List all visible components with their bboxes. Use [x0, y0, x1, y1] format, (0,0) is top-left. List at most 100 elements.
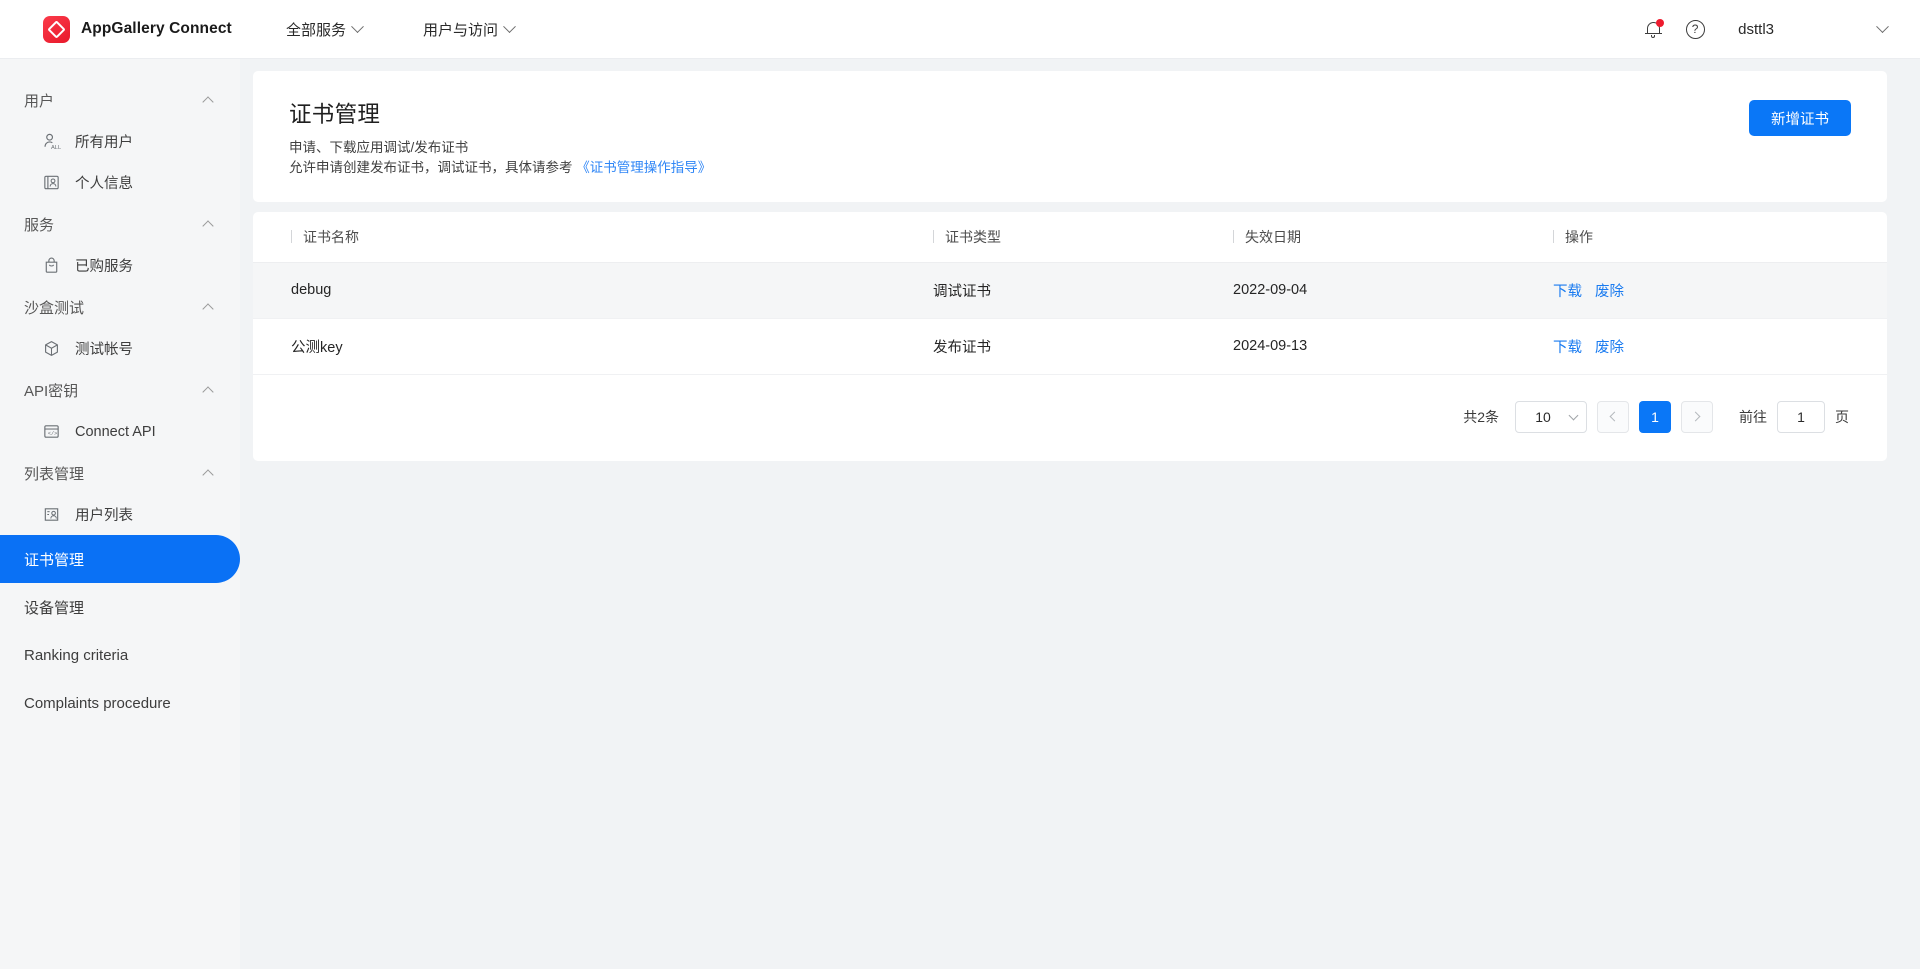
sidebar-group-title: 列表管理 — [24, 465, 85, 483]
table-header-row: 证书名称 证书类型 失效日期 操作 — [253, 212, 1887, 263]
main-content: 证书管理 申请、下载应用调试/发布证书 允许申请创建发布证书，调试证书，具体请参… — [240, 59, 1920, 969]
id-card-person-icon — [44, 175, 59, 190]
sidebar-item-user-list[interactable]: 用户列表 — [0, 494, 240, 535]
sidebar-group-title: 沙盒测试 — [24, 299, 85, 317]
nav-label: 用户与访问 — [423, 21, 499, 39]
sidebar-group-users[interactable]: 用户 — [0, 79, 240, 121]
certificate-guide-link[interactable]: 《证书管理操作指导》 — [576, 160, 711, 175]
goto-page-input[interactable] — [1777, 400, 1825, 433]
cell-certificate-type: 调试证书 — [933, 262, 1233, 319]
prev-page-button[interactable] — [1597, 400, 1629, 433]
cube-icon — [45, 341, 58, 356]
chevron-right-icon — [1690, 411, 1701, 422]
sidebar-item-test-account[interactable]: 测试帐号 — [0, 328, 240, 369]
sidebar-group-list-management[interactable]: 列表管理 — [0, 452, 240, 494]
page-description-line-1: 申请、下载应用调试/发布证书 — [289, 140, 469, 155]
nav-label: 全部服务 — [286, 21, 347, 39]
cell-actions: 下载 废除 — [1553, 318, 1887, 375]
table-row[interactable]: debug 调试证书 2022-09-04 下载 废除 — [253, 262, 1887, 319]
cell-expiry-date: 2022-09-04 — [1233, 262, 1553, 319]
add-certificate-button[interactable]: 新增证书 — [1749, 100, 1851, 136]
sidebar-item-ranking-criteria[interactable]: Ranking criteria — [0, 631, 240, 679]
nav-item-all-services[interactable]: 全部服务 — [286, 19, 364, 40]
sidebar-item-profile[interactable]: 个人信息 — [0, 162, 240, 203]
sidebar-item-certificate-management[interactable]: 证书管理 — [0, 535, 240, 583]
page-size-select[interactable]: 10 — [1515, 400, 1587, 433]
page-description-line-2: 允许申请创建发布证书，调试证书，具体请参考 《证书管理操作指导》 — [289, 158, 1749, 178]
column-header-label: 证书类型 — [945, 228, 1001, 245]
notifications-button[interactable] — [1632, 8, 1674, 50]
chevron-up-icon — [202, 219, 214, 232]
browser-code-icon: </> — [44, 425, 59, 438]
cell-expiry-date: 2024-09-13 — [1233, 318, 1553, 375]
user-menu[interactable]: dsttl3 — [1738, 19, 1889, 38]
sidebar-item-label: 测试帐号 — [75, 342, 133, 358]
column-header-name: 证书名称 — [253, 212, 933, 263]
cell-certificate-name: debug — [253, 262, 933, 319]
sidebar-group-title: API密钥 — [24, 382, 79, 400]
sidebar-item-label: 设备管理 — [24, 599, 85, 617]
chevron-left-icon — [1609, 411, 1620, 422]
sidebar-item-label: Ranking criteria — [24, 646, 129, 664]
chevron-down-icon — [1568, 410, 1579, 420]
cell-certificate-name: 公测key — [253, 318, 933, 375]
user-name: dsttl3 — [1738, 20, 1774, 38]
help-button[interactable]: ? — [1674, 8, 1716, 50]
sidebar-group-sandbox[interactable]: 沙盒测试 — [0, 286, 240, 328]
nav-item-users-and-access[interactable]: 用户与访问 — [423, 19, 516, 40]
brand-name: AppGallery Connect — [81, 20, 232, 37]
column-header-actions: 操作 — [1553, 212, 1887, 263]
column-header-expiry: 失效日期 — [1233, 212, 1553, 263]
sidebar-group-services[interactable]: 服务 — [0, 203, 240, 245]
notification-dot — [1655, 19, 1664, 27]
sidebar-group-title: 服务 — [24, 216, 55, 234]
sidebar-item-connect-api[interactable]: </> Connect API — [0, 411, 240, 452]
table-row[interactable]: 公测key 发布证书 2024-09-13 下载 废除 — [253, 318, 1887, 375]
goto-unit-label: 页 — [1835, 408, 1849, 425]
sidebar: 用户 ALL 所有用户 个人信息 服务 已购服务 沙盒测试 测试帐号 API密钥… — [0, 59, 240, 969]
chevron-down-icon — [1876, 19, 1889, 33]
sidebar-item-label: 所有用户 — [75, 135, 133, 151]
chevron-up-icon — [202, 385, 214, 398]
sidebar-item-all-users[interactable]: ALL 所有用户 — [0, 121, 240, 162]
help-circle-icon: ? — [1685, 19, 1705, 39]
column-header-label: 失效日期 — [1245, 228, 1301, 245]
table-body: debug 调试证书 2022-09-04 下载 废除 公测key 发布证书 20… — [253, 262, 1887, 375]
sidebar-item-device-management[interactable]: 设备管理 — [0, 583, 240, 631]
column-header-label: 操作 — [1565, 228, 1593, 245]
chevron-down-icon — [351, 19, 364, 33]
header-actions: ? dsttl3 — [1632, 8, 1920, 50]
appgallery-diamond-logo — [43, 15, 70, 43]
total-count-label: 共2条 — [1463, 408, 1499, 425]
table-head: 证书名称 证书类型 失效日期 操作 — [253, 212, 1887, 263]
column-header-type: 证书类型 — [933, 212, 1233, 263]
pagination: 共2条 10 1 前往 页 — [253, 375, 1887, 433]
shopping-bag-icon — [45, 257, 58, 273]
page-shell: 用户 ALL 所有用户 个人信息 服务 已购服务 沙盒测试 测试帐号 API密钥… — [0, 59, 1920, 969]
download-link[interactable]: 下载 — [1553, 284, 1582, 300]
sidebar-item-label: 个人信息 — [75, 176, 133, 192]
main-nav: 全部服务 用户与访问 — [286, 19, 516, 40]
sidebar-group-api-keys[interactable]: API密钥 — [0, 369, 240, 411]
download-link[interactable]: 下载 — [1553, 340, 1582, 356]
top-header: AppGallery Connect 全部服务 用户与访问 ? dsttl3 — [0, 0, 1920, 59]
page-description-prefix: 允许申请创建发布证书，调试证书，具体请参考 — [289, 160, 577, 175]
revoke-link[interactable]: 废除 — [1595, 284, 1624, 300]
page-header-card: 证书管理 申请、下载应用调试/发布证书 允许申请创建发布证书，调试证书，具体请参… — [253, 71, 1887, 202]
chevron-up-icon — [202, 302, 214, 315]
chevron-up-icon — [202, 95, 214, 108]
sidebar-item-label: 用户列表 — [75, 508, 133, 524]
revoke-link[interactable]: 废除 — [1595, 340, 1624, 356]
page-number-1[interactable]: 1 — [1639, 400, 1671, 433]
sidebar-item-purchased-services[interactable]: 已购服务 — [0, 245, 240, 286]
bell-icon — [1644, 19, 1664, 38]
certificates-table-card: 证书名称 证书类型 失效日期 操作 debug 调试证书 2022-09-04 … — [253, 212, 1887, 461]
sidebar-group-title: 用户 — [24, 92, 55, 110]
next-page-button[interactable] — [1681, 400, 1713, 433]
sidebar-item-complaints-procedure[interactable]: Complaints procedure — [0, 679, 240, 727]
chevron-up-icon — [202, 468, 214, 481]
cell-actions: 下载 废除 — [1553, 262, 1887, 319]
page-title: 证书管理 — [289, 102, 381, 127]
brand-logo[interactable]: AppGallery Connect — [0, 15, 232, 43]
page-header-text: 证书管理 申请、下载应用调试/发布证书 允许申请创建发布证书，调试证书，具体请参… — [289, 97, 1749, 178]
